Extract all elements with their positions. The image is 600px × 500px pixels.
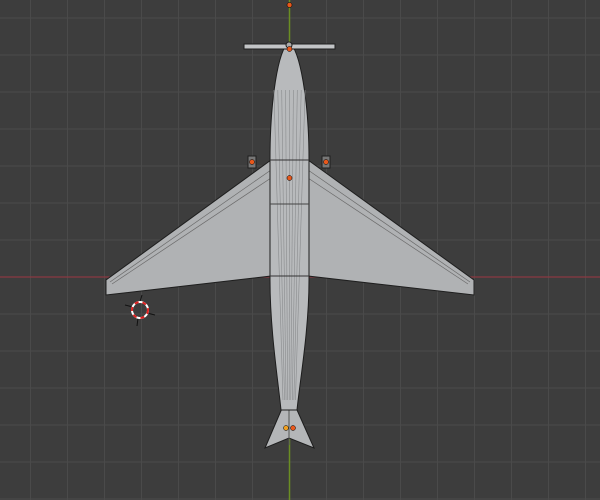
3d-cursor-icon[interactable] <box>124 294 156 327</box>
viewport-canvas[interactable] <box>0 0 600 500</box>
origin-dot <box>283 425 289 431</box>
airplane-mesh[interactable] <box>105 41 475 449</box>
origin-dot <box>323 159 329 165</box>
origin-dot <box>286 2 293 8</box>
origin-dot <box>290 425 296 431</box>
origin-dot <box>286 175 293 181</box>
3d-viewport[interactable] <box>0 0 600 500</box>
origin-dot <box>249 159 255 165</box>
origin-dot <box>286 46 293 52</box>
